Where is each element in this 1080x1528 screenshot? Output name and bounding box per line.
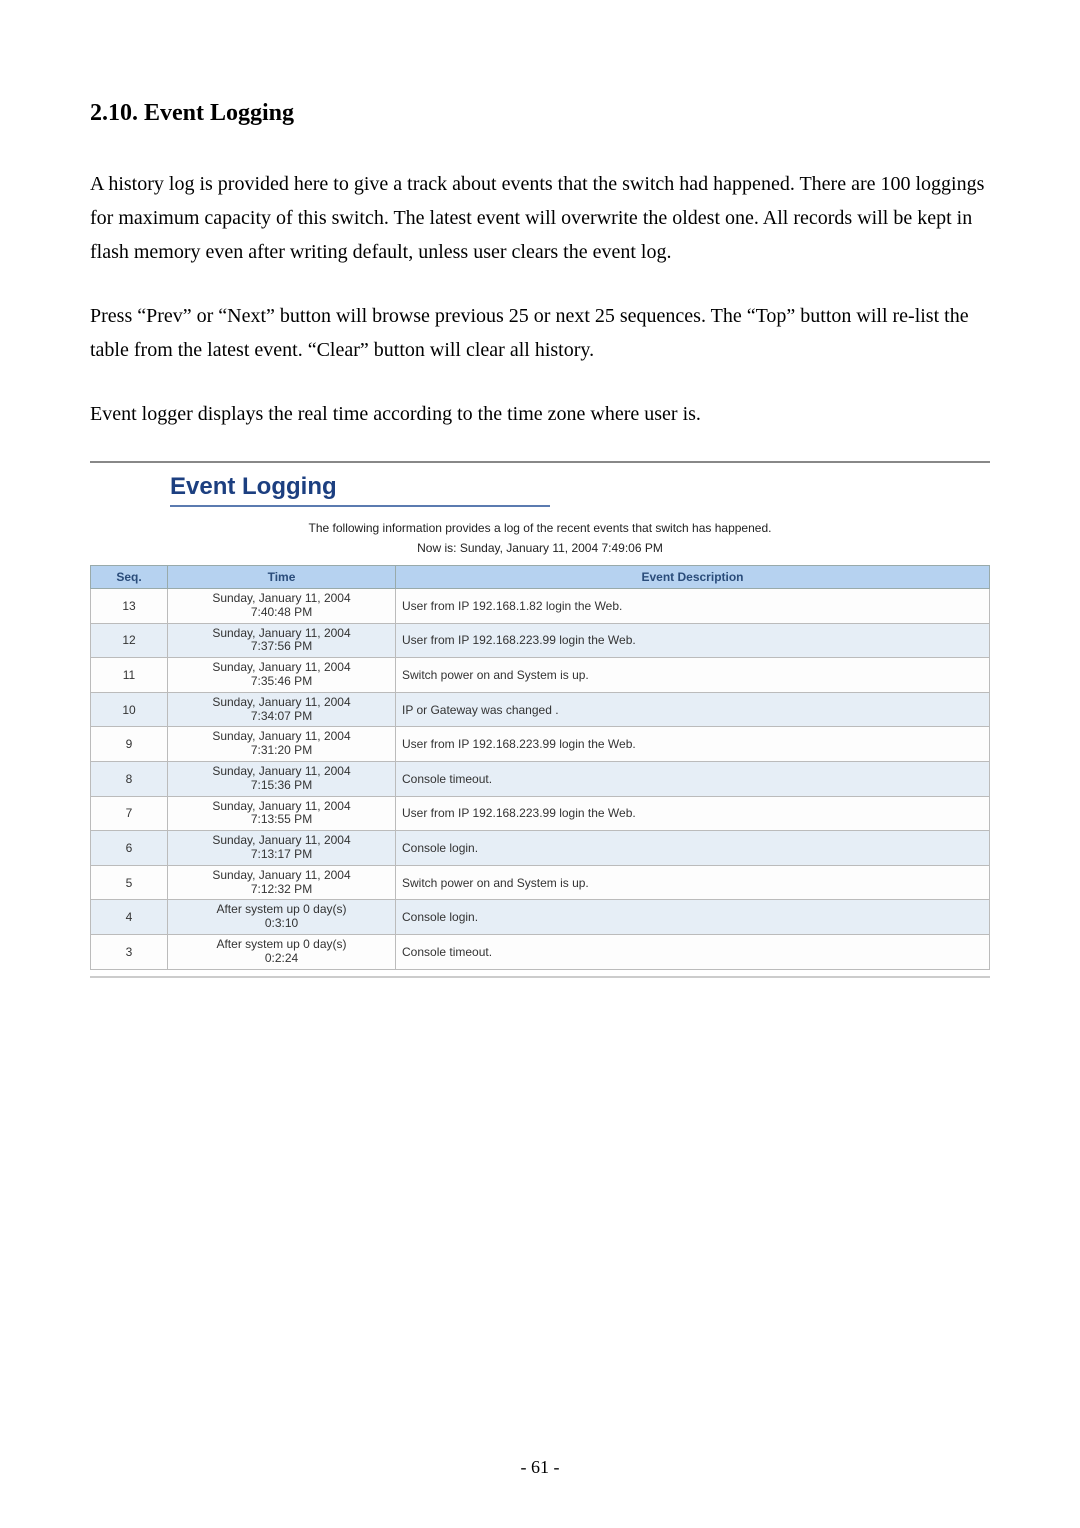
paragraph-1: A history log is provided here to give a… bbox=[90, 167, 990, 269]
cell-description: Console timeout. bbox=[396, 934, 990, 969]
page: 2.10. Event Logging A history log is pro… bbox=[0, 0, 1080, 1528]
table-header-row: Seq. Time Event Description bbox=[91, 566, 990, 589]
cell-description: Switch power on and System is up. bbox=[396, 658, 990, 693]
cell-seq: 4 bbox=[91, 900, 168, 935]
cell-time: Sunday, January 11, 20047:13:17 PM bbox=[168, 831, 396, 866]
event-logging-screenshot: Event Logging The following information … bbox=[90, 461, 990, 978]
page-number: - 61 - bbox=[0, 1457, 1080, 1478]
paragraph-3: Event logger displays the real time acco… bbox=[90, 397, 990, 431]
cell-time: Sunday, January 11, 20047:13:55 PM bbox=[168, 796, 396, 831]
table-row: 8Sunday, January 11, 20047:15:36 PMConso… bbox=[91, 761, 990, 796]
cell-time: After system up 0 day(s)0:2:24 bbox=[168, 934, 396, 969]
cell-description: User from IP 192.168.223.99 login the We… bbox=[396, 623, 990, 658]
section-heading: 2.10. Event Logging bbox=[90, 100, 990, 127]
cell-seq: 6 bbox=[91, 831, 168, 866]
cell-seq: 11 bbox=[91, 658, 168, 693]
cell-time: Sunday, January 11, 20047:40:48 PM bbox=[168, 589, 396, 624]
table-row: 9Sunday, January 11, 20047:31:20 PMUser … bbox=[91, 727, 990, 762]
table-row: 6Sunday, January 11, 20047:13:17 PMConso… bbox=[91, 831, 990, 866]
screenshot-subtitle-1: The following information provides a log… bbox=[90, 521, 990, 535]
col-header-time: Time bbox=[168, 566, 396, 589]
paragraph-2: Press “Prev” or “Next” button will brows… bbox=[90, 299, 990, 367]
cell-time: Sunday, January 11, 20047:12:32 PM bbox=[168, 865, 396, 900]
cell-seq: 13 bbox=[91, 589, 168, 624]
cell-time: Sunday, January 11, 20047:37:56 PM bbox=[168, 623, 396, 658]
table-row: 4After system up 0 day(s)0:3:10Console l… bbox=[91, 900, 990, 935]
cell-description: User from IP 192.168.223.99 login the We… bbox=[396, 727, 990, 762]
cell-seq: 10 bbox=[91, 692, 168, 727]
table-body: 13Sunday, January 11, 20047:40:48 PMUser… bbox=[91, 589, 990, 970]
cell-seq: 8 bbox=[91, 761, 168, 796]
col-header-desc: Event Description bbox=[396, 566, 990, 589]
cell-time: Sunday, January 11, 20047:34:07 PM bbox=[168, 692, 396, 727]
table-row: 7Sunday, January 11, 20047:13:55 PMUser … bbox=[91, 796, 990, 831]
cell-time: Sunday, January 11, 20047:35:46 PM bbox=[168, 658, 396, 693]
cell-time: Sunday, January 11, 20047:31:20 PM bbox=[168, 727, 396, 762]
table-row: 10Sunday, January 11, 20047:34:07 PMIP o… bbox=[91, 692, 990, 727]
table-row: 11Sunday, January 11, 20047:35:46 PMSwit… bbox=[91, 658, 990, 693]
cell-description: IP or Gateway was changed . bbox=[396, 692, 990, 727]
col-header-seq: Seq. bbox=[91, 566, 168, 589]
table-row: 12Sunday, January 11, 20047:37:56 PMUser… bbox=[91, 623, 990, 658]
cell-seq: 7 bbox=[91, 796, 168, 831]
screenshot-subtitle-2: Now is: Sunday, January 11, 2004 7:49:06… bbox=[90, 541, 990, 555]
cell-description: Console login. bbox=[396, 900, 990, 935]
cell-description: User from IP 192.168.223.99 login the We… bbox=[396, 796, 990, 831]
cell-description: User from IP 192.168.1.82 login the Web. bbox=[396, 589, 990, 624]
table-row: 13Sunday, January 11, 20047:40:48 PMUser… bbox=[91, 589, 990, 624]
table-row: 3After system up 0 day(s)0:2:24Console t… bbox=[91, 934, 990, 969]
cell-description: Console login. bbox=[396, 831, 990, 866]
cell-seq: 9 bbox=[91, 727, 168, 762]
cell-description: Console timeout. bbox=[396, 761, 990, 796]
cell-description: Switch power on and System is up. bbox=[396, 865, 990, 900]
screenshot-inner: Event Logging The following information … bbox=[90, 463, 990, 976]
event-log-table: Seq. Time Event Description 13Sunday, Ja… bbox=[90, 565, 990, 970]
cell-seq: 12 bbox=[91, 623, 168, 658]
cell-seq: 5 bbox=[91, 865, 168, 900]
screenshot-title: Event Logging bbox=[170, 473, 550, 507]
cell-time: After system up 0 day(s)0:3:10 bbox=[168, 900, 396, 935]
cell-seq: 3 bbox=[91, 934, 168, 969]
table-row: 5Sunday, January 11, 20047:12:32 PMSwitc… bbox=[91, 865, 990, 900]
cell-time: Sunday, January 11, 20047:15:36 PM bbox=[168, 761, 396, 796]
